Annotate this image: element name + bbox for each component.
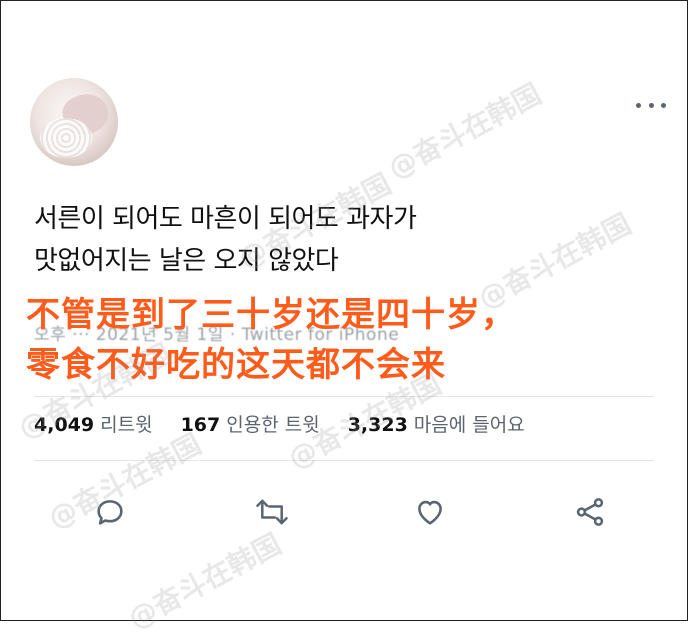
- overlay-line1: 不管是到了三十岁还是四十岁，: [26, 295, 516, 335]
- retweet-icon[interactable]: [252, 492, 292, 532]
- tweet-text-line2: 맛없어지는 날은 오지 않았다: [34, 246, 339, 276]
- tweet-text-line1: 서른이 되어도 마흔이 되어도 과자가: [34, 204, 417, 234]
- likes-count: 3,323: [347, 414, 408, 436]
- tweet-text: 서른이 되어도 마흔이 되어도 과자가 맛없어지는 날은 오지 않았다: [34, 198, 654, 282]
- dot: [636, 102, 641, 108]
- avatar-lace-shape: [40, 118, 92, 158]
- retweets-count: 4,049: [34, 414, 95, 436]
- likes-label: 마음에 들어요: [413, 414, 525, 436]
- action-bar: [0, 492, 690, 542]
- quotes-label: 인용한 트윗: [226, 414, 320, 436]
- quotes-stat[interactable]: 167 인용한 트윗: [181, 410, 320, 437]
- heart-icon[interactable]: [410, 492, 450, 532]
- quotes-count: 167: [180, 414, 221, 436]
- overlay-line2: 零食不好吃的这天都不会来: [26, 345, 446, 385]
- translation-overlay: 不管是到了三十岁还是四十岁， 零食不好吃的这天都不会来: [26, 290, 666, 390]
- likes-stat[interactable]: 3,323 마음에 들어요: [348, 410, 525, 437]
- divider: [34, 460, 654, 461]
- retweets-label: 리트윗: [100, 414, 153, 436]
- avatar[interactable]: [30, 78, 118, 166]
- share-icon[interactable]: [570, 492, 610, 532]
- engagement-stats: 4,049 리트윗 167 인용한 트윗 3,323 마음에 들어요: [34, 410, 525, 437]
- reply-icon[interactable]: [90, 492, 130, 532]
- dot: [661, 102, 666, 108]
- divider: [34, 396, 654, 397]
- retweets-stat[interactable]: 4,049 리트윗: [34, 410, 153, 437]
- dot: [648, 102, 654, 108]
- more-dots-icon[interactable]: [636, 99, 666, 111]
